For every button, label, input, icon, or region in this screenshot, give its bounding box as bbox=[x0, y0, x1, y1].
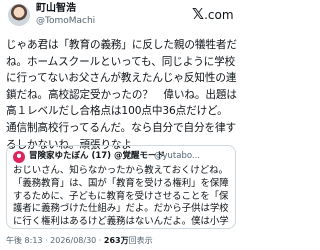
post-date[interactable]: 2026/08/30 bbox=[50, 236, 96, 245]
author-name[interactable]: 町山智浩 bbox=[36, 3, 76, 15]
view-label: 回表示 bbox=[128, 236, 153, 245]
post-time[interactable]: 午後 8:13 bbox=[6, 236, 43, 245]
x-logo-domain: .com bbox=[204, 8, 234, 22]
view-count: 263万 bbox=[103, 236, 129, 245]
post-meta: 午後 8:13 · 2026/08/30 · 263万回表示 bbox=[6, 236, 153, 246]
quoted-author-avatar[interactable] bbox=[13, 151, 25, 163]
author-avatar[interactable] bbox=[8, 4, 30, 26]
post-text: じゃあ君は「教育の義務」に反した親の犠牲者だね。ホームスクールといっても、同じよ… bbox=[6, 39, 237, 151]
quoted-post[interactable]: 冒険家ゆたぼん (17) @覚醒モード @yutabo... おじいさん、知らな… bbox=[6, 145, 236, 229]
x-logo-mark: 𝕏 bbox=[192, 5, 205, 23]
meta-separator: · bbox=[98, 236, 102, 245]
quoted-post-text: おじいさん、知らなかったから教えておくけどね。「義務教育」は、国が「教育を受ける… bbox=[13, 165, 229, 228]
quoted-author-name[interactable]: 冒険家ゆたぼん (17) @覚醒モード bbox=[29, 151, 165, 162]
x-logo-icon: 𝕏.com bbox=[192, 6, 238, 22]
post-header: 町山智浩 @TomoMachi 𝕏.com bbox=[0, 0, 242, 30]
quoted-author-handle[interactable]: @yutabo... bbox=[154, 151, 200, 162]
author-handle[interactable]: @TomoMachi bbox=[36, 16, 95, 27]
meta-separator: · bbox=[45, 236, 48, 245]
